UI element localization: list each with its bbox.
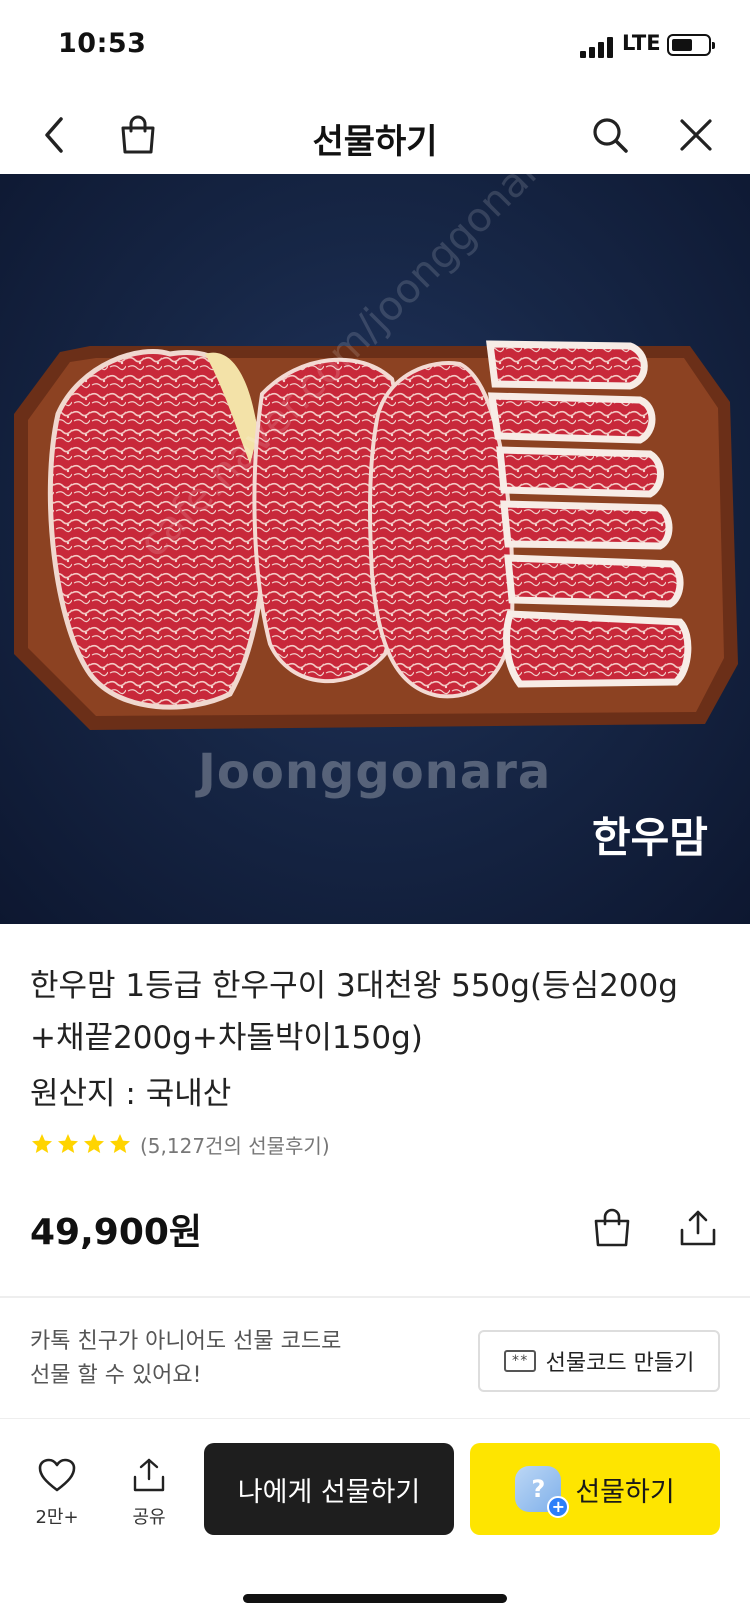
friend-select-icon: ? + bbox=[515, 1466, 570, 1518]
status-time: 10:53 bbox=[58, 28, 147, 59]
create-gift-code-button[interactable]: ** 선물코드 만들기 bbox=[478, 1330, 720, 1392]
star-icon bbox=[58, 1134, 78, 1153]
close-icon bbox=[680, 119, 712, 151]
send-gift-label: 선물하기 bbox=[575, 1476, 675, 1508]
product-image[interactable]: Joonggonara cafe.naver.com/joonggonara 한… bbox=[0, 174, 750, 924]
close-button[interactable] bbox=[664, 96, 728, 174]
search-button[interactable] bbox=[578, 96, 642, 174]
rating-row[interactable]: (5,127건의 선물후기) bbox=[30, 1130, 330, 1158]
gift-to-myself-label: 나에게 선물하기 bbox=[237, 1476, 421, 1508]
gift-to-myself-button[interactable]: 나에게 선물하기 bbox=[204, 1443, 454, 1535]
plus-icon: + bbox=[547, 1496, 570, 1518]
star-icon bbox=[84, 1134, 104, 1153]
header: 선물하기 bbox=[0, 96, 750, 174]
share-icon bbox=[133, 1458, 165, 1492]
share-icon bbox=[680, 1210, 716, 1246]
status-bar: 10:53 LTE bbox=[0, 0, 750, 96]
battery-icon bbox=[667, 34, 715, 56]
search-icon bbox=[593, 118, 628, 153]
shopping-bag-button[interactable] bbox=[584, 1200, 640, 1256]
bottom-action-bar: 2만+ 공유 나에게 선물하기 ? + 선물하기 bbox=[0, 1418, 750, 1623]
network-label: LTE bbox=[622, 31, 661, 55]
review-count: (5,127건의 선물후기) bbox=[140, 1133, 330, 1158]
share-label: 공유 bbox=[132, 1507, 166, 1528]
wish-button[interactable]: 2만+ bbox=[22, 1457, 92, 1529]
signal-icon bbox=[580, 36, 616, 58]
home-indicator bbox=[243, 1594, 507, 1603]
product-origin: 원산지 : 국내산 bbox=[30, 1076, 232, 1112]
star-icon bbox=[110, 1134, 130, 1153]
watermark: Joonggonara bbox=[198, 744, 552, 800]
heart-icon bbox=[38, 1458, 76, 1492]
giftcode-message-line1: 카톡 친구가 아니어도 선물 코드로 bbox=[30, 1329, 342, 1354]
star-icon bbox=[32, 1134, 52, 1153]
code-icon: ** bbox=[503, 1350, 536, 1372]
divider bbox=[0, 1296, 750, 1298]
giftcode-message: 카톡 친구가 아니어도 선물 코드로 선물 할 수 있어요! bbox=[30, 1325, 341, 1393]
send-gift-button[interactable]: ? + 선물하기 bbox=[470, 1443, 720, 1535]
wish-count: 2만+ bbox=[35, 1507, 79, 1528]
brand-logo: 한우맘 bbox=[592, 813, 708, 862]
product-name: 한우맘 1등급 한우구이 3대천왕 550g(등심200g+채끝200g+차돌박… bbox=[30, 968, 678, 1056]
giftcode-message-line2: 선물 할 수 있어요! bbox=[30, 1363, 202, 1388]
share-bottom-button[interactable]: 공유 bbox=[114, 1457, 184, 1529]
rating-stars bbox=[30, 1132, 132, 1156]
share-button[interactable] bbox=[670, 1200, 726, 1256]
create-gift-code-label: 선물코드 만들기 bbox=[545, 1351, 695, 1376]
product-price: 49,900원 bbox=[30, 1212, 203, 1253]
shopping-bag-icon bbox=[594, 1208, 630, 1247]
